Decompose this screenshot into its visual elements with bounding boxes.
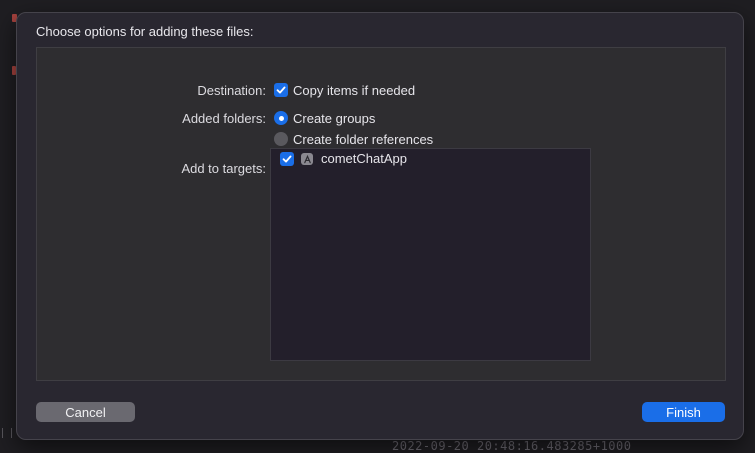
cancel-button[interactable]: Cancel (36, 402, 135, 422)
finish-button[interactable]: Finish (642, 402, 725, 422)
destination-label: Destination: (197, 83, 266, 98)
target-name[interactable]: cometChatApp (321, 151, 407, 166)
copy-items-label[interactable]: Copy items if needed (293, 83, 415, 98)
checkmark-icon (276, 86, 286, 94)
options-panel: Destination: Copy items if needed Added … (36, 47, 726, 381)
pane-splitter-icon (2, 428, 12, 438)
checkmark-icon (282, 155, 292, 163)
added-folders-label: Added folders: (182, 111, 266, 126)
sheet-title: Choose options for adding these files: (36, 24, 254, 39)
create-folder-references-radio[interactable] (274, 132, 288, 146)
console-log-text: 2022-09-20 20:48:16.483285+1000 (392, 439, 632, 453)
create-groups-label[interactable]: Create groups (293, 111, 375, 126)
app-target-icon (301, 153, 313, 165)
targets-list[interactable]: cometChatApp (270, 148, 591, 361)
create-groups-radio[interactable] (274, 111, 288, 125)
copy-items-checkbox[interactable] (274, 83, 288, 97)
target-checkbox[interactable] (280, 152, 294, 166)
targets-label: Add to targets: (181, 161, 266, 176)
add-files-sheet: Choose options for adding these files: D… (16, 12, 744, 440)
create-folder-references-label[interactable]: Create folder references (293, 132, 433, 147)
